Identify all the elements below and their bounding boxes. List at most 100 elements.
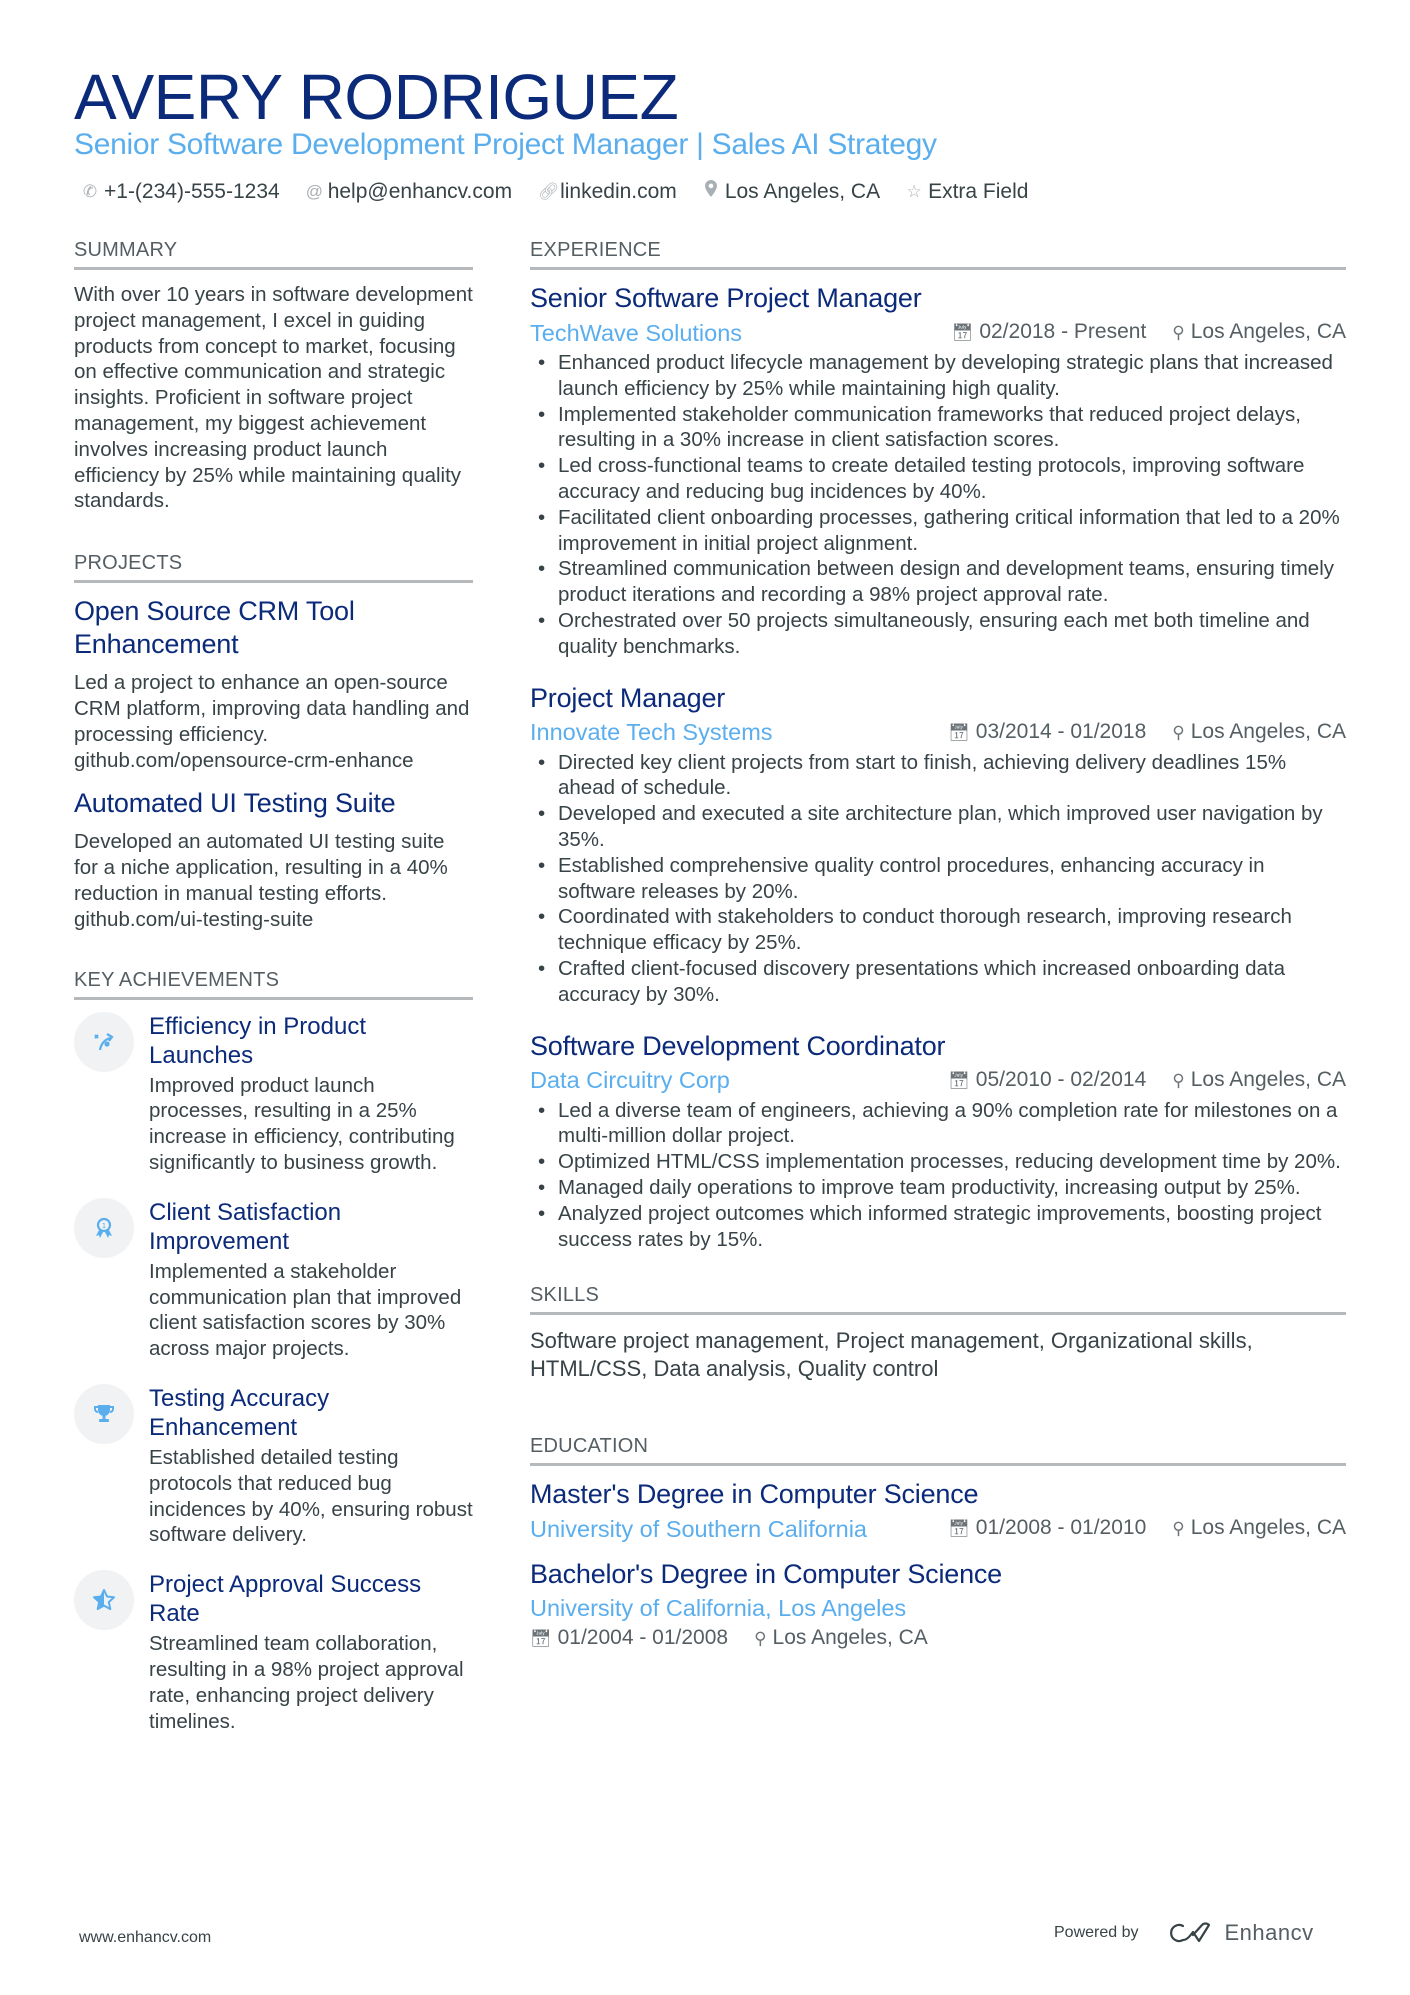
half-star-icon (74, 1570, 134, 1631)
candidate-headline: Senior Software Development Project Mana… (74, 128, 937, 161)
calendar-icon: 📅︎ (530, 1629, 552, 1649)
achievement-description: Streamlined team collaboration, resultin… (149, 1632, 464, 1733)
achievement-description: Improved product launch processes, resul… (149, 1073, 455, 1174)
projects-section: PROJECTS Open Source CRM Tool Enhancemen… (74, 550, 473, 932)
location-icon: ⚲ (1172, 1519, 1185, 1539)
project-description: Developed an automated UI testing suite … (74, 830, 448, 931)
contact-phone: ✆ +1-(234)-555-1234 (82, 178, 280, 206)
achievement-item: Efficiency in Product Launches Improved … (74, 1011, 473, 1176)
svg-text:1: 1 (102, 1222, 106, 1230)
link-icon: 🔗︎ (538, 182, 560, 201)
achievement-title: Project Approval Success Rate (149, 1571, 422, 1628)
job-location: ⚲ Los Angeles, CA (1172, 1067, 1346, 1091)
footer-powered-by: Powered by Enhancv (1054, 1920, 1314, 1946)
job-bullet: Led cross-functional teams to create det… (530, 453, 1346, 505)
calendar-icon: 📅︎ (951, 323, 974, 342)
achievement-title: Efficiency in Product Launches (149, 1012, 366, 1069)
project-item: Automated UI Testing Suite Developed an … (74, 787, 473, 932)
contact-location-text: Los Angeles, CA (724, 180, 881, 203)
job-location: ⚲ Los Angeles, CA (1172, 719, 1346, 743)
left-column: SUMMARY With over 10 years in software d… (74, 237, 473, 1756)
summary-heading: SUMMARY (74, 237, 473, 270)
calendar-icon: 📅︎ (948, 722, 970, 742)
location-icon: ⚲ (754, 1629, 767, 1649)
job-bullets: Directed key client projects from start … (530, 750, 1346, 1008)
job-bullet: Managed daily operations to improve team… (530, 1175, 1346, 1201)
skills-heading: SKILLS (530, 1282, 1346, 1316)
job-dates: 📅︎ 02/2018 - Present (951, 320, 1147, 343)
education-heading: EDUCATION (530, 1433, 1346, 1467)
job-bullet: Directed key client projects from start … (530, 750, 1346, 802)
achievements-section: KEY ACHIEVEMENTS Efficiency in Product L… (74, 967, 473, 1735)
job-bullet: Streamlined communication between design… (530, 556, 1346, 608)
job-bullet: Optimized HTML/CSS implementation proces… (530, 1149, 1346, 1175)
job-bullet: Facilitated client onboarding processes,… (530, 505, 1346, 557)
achievement-description: Implemented a stakeholder communication … (149, 1259, 462, 1361)
powered-by-label: Powered by (1054, 1924, 1139, 1941)
job-bullet: Established comprehensive quality contro… (530, 853, 1346, 905)
achievement-title: Client Satisfaction Improvement (149, 1198, 342, 1255)
achievements-heading: KEY ACHIEVEMENTS (74, 967, 473, 1000)
right-column: EXPERIENCE Senior Software Project Manag… (530, 237, 1346, 1668)
job-role: Project Manager (530, 682, 726, 713)
job-bullets: Led a diverse team of engineers, achievi… (530, 1098, 1346, 1253)
achievement-item: Project Approval Success Rate Streamline… (74, 1570, 473, 1734)
contact-email[interactable]: @ help@enhancv.com (306, 178, 512, 206)
project-title: Open Source CRM Tool Enhancement (74, 596, 355, 660)
job-entry: Senior Software Project Manager TechWave… (530, 282, 1346, 660)
job-bullet: Orchestrated over 50 projects simultaneo… (530, 608, 1346, 660)
at-icon: @ (305, 182, 323, 201)
education-entry: Bachelor's Degree in Computer Science Un… (530, 1558, 1346, 1654)
calendar-icon: 📅︎ (948, 1070, 970, 1090)
contact-phone-text: +1-(234)-555-1234 (104, 180, 280, 203)
enhancv-logo[interactable]: Enhancv (1167, 1920, 1314, 1946)
brand-name: Enhancv (1224, 1920, 1314, 1945)
experience-section: EXPERIENCE Senior Software Project Manag… (530, 237, 1346, 1252)
summary-section: SUMMARY With over 10 years in software d… (74, 237, 473, 514)
contact-extra-text: Extra Field (928, 180, 1029, 203)
trophy-icon (74, 1383, 134, 1444)
summary-text: With over 10 years in software developme… (74, 283, 473, 513)
achievement-item: 1 Client Satisfaction Improvement Implem… (74, 1197, 473, 1362)
job-bullet: Led a diverse team of engineers, achievi… (530, 1098, 1346, 1150)
enhancv-logo-icon (1169, 1922, 1210, 1943)
contact-linkedin-text[interactable]: linkedin.com (560, 178, 677, 206)
achievement-item: Testing Accuracy Enhancement Established… (74, 1383, 473, 1548)
phone-icon: ✆ (82, 182, 98, 201)
job-role: Senior Software Project Manager (530, 283, 922, 313)
contact-linkedin[interactable]: 🔗︎ linkedin.com (538, 178, 677, 206)
education-location: ⚲ Los Angeles, CA (754, 1626, 928, 1650)
project-item: Open Source CRM Tool Enhancement Led a p… (74, 595, 473, 773)
calendar-icon: 📅︎ (948, 1519, 970, 1539)
location-icon: ⚲ (1172, 1070, 1185, 1090)
projects-heading: PROJECTS (74, 550, 473, 584)
job-bullets: Enhanced product lifecycle management by… (530, 350, 1346, 660)
education-entry: Master's Degree in Computer Science Univ… (530, 1478, 1346, 1544)
star-icon: ☆ (906, 182, 922, 201)
job-bullet: Crafted client-focused discovery present… (530, 956, 1346, 1008)
job-company: TechWave Solutions (530, 319, 743, 346)
project-title: Automated UI Testing Suite (74, 788, 396, 819)
location-icon: ⚲ (1172, 323, 1185, 342)
job-entry: Project Manager Innovate Tech Systems 📅︎… (530, 682, 1346, 1008)
job-bullet: Developed and executed a site architectu… (530, 801, 1346, 853)
strategy-arrow-icon (74, 1011, 134, 1072)
skills-text: Software project management, Project man… (530, 1328, 1253, 1382)
job-company: Data Circuitry Corp (530, 1067, 730, 1094)
contact-bar: ✆ +1-(234)-555-1234 @ help@enhancv.com 🔗… (82, 178, 1028, 206)
job-entry: Software Development Coordinator Data Ci… (530, 1030, 1346, 1253)
education-dates: 📅︎ 01/2004 - 01/2008 (530, 1626, 729, 1650)
experience-heading: EXPERIENCE (530, 237, 1346, 270)
education-location: ⚲ Los Angeles, CA (1172, 1516, 1346, 1540)
contact-location: Los Angeles, CA (703, 178, 880, 206)
job-role: Software Development Coordinator (530, 1030, 946, 1061)
job-bullet: Implemented stakeholder communication fr… (530, 402, 1346, 454)
job-bullet: Enhanced product lifecycle management by… (530, 350, 1346, 402)
footer-website[interactable]: www.enhancv.com (79, 1929, 211, 1947)
education-school: University of Southern California (530, 1515, 867, 1542)
contact-email-text[interactable]: help@enhancv.com (328, 178, 512, 206)
job-location: ⚲ Los Angeles, CA (1172, 320, 1346, 343)
location-icon: ⚲ (1172, 722, 1185, 742)
skills-section: SKILLS Software project management, Proj… (530, 1282, 1346, 1383)
education-school: University of California, Los Angeles (530, 1595, 907, 1622)
